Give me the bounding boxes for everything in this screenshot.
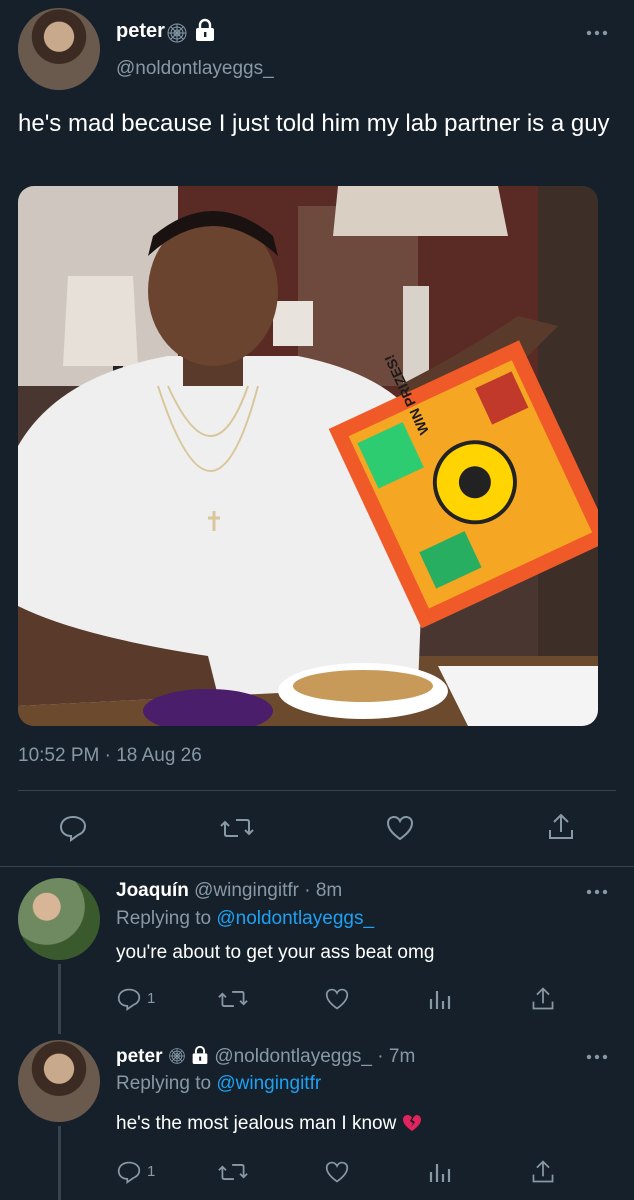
replying-to-label: Replying to bbox=[116, 908, 212, 929]
replying-to-link[interactable]: @noldontlayeggs_ bbox=[216, 908, 374, 929]
replying-to-label: Replying to bbox=[116, 1073, 212, 1094]
reply2-avatar[interactable] bbox=[18, 1040, 100, 1122]
reply2-display-name[interactable]: peter bbox=[116, 1046, 162, 1067]
divider-bottom bbox=[0, 866, 634, 867]
reply2-replying-to: Replying to @wingingitfr bbox=[116, 1073, 321, 1095]
analytics-icon[interactable] bbox=[428, 1160, 452, 1184]
reply1-text: you're about to get your ass beat omg bbox=[116, 942, 435, 963]
lock-icon bbox=[194, 18, 216, 42]
tweet-timestamp[interactable]: 10:52 PM · 18 Aug 26 bbox=[18, 745, 202, 767]
broken-heart-icon bbox=[402, 1114, 422, 1132]
tweet-image[interactable]: WIN PRIZES! bbox=[18, 186, 598, 726]
reply1-handle[interactable]: @wingingitfr bbox=[194, 880, 299, 901]
heart-icon[interactable] bbox=[385, 814, 415, 842]
main-tweet-text: he's mad because I just told him my lab … bbox=[18, 110, 610, 137]
reply2-thread-line bbox=[58, 1126, 61, 1200]
reply1-thread-line bbox=[58, 964, 61, 1034]
main-tweet-handle[interactable]: @noldontlayeggs_ bbox=[116, 58, 274, 80]
reply-icon[interactable] bbox=[58, 814, 88, 842]
heart-icon[interactable] bbox=[324, 987, 350, 1011]
reply1-header: Joaquín @wingingitfr · 8m bbox=[116, 880, 342, 902]
reply1-time[interactable]: · 8m bbox=[304, 880, 342, 901]
reply2-text: he's the most jealous man I know bbox=[116, 1113, 397, 1134]
main-tweet-avatar[interactable] bbox=[18, 8, 100, 90]
spider-web-icon bbox=[166, 22, 188, 44]
more-dots-icon[interactable] bbox=[585, 28, 609, 38]
reply1-replying-to: Replying to @noldontlayeggs_ bbox=[116, 908, 374, 930]
reply1-display-name[interactable]: Joaquín bbox=[116, 880, 189, 901]
retweet-icon[interactable] bbox=[220, 816, 254, 840]
divider-top bbox=[18, 790, 616, 791]
retweet-icon[interactable] bbox=[218, 1161, 248, 1183]
reply-icon[interactable] bbox=[116, 1160, 142, 1184]
retweet-icon[interactable] bbox=[218, 988, 248, 1010]
reply2-handle[interactable]: @noldontlayeggs_ bbox=[214, 1046, 372, 1067]
reply2-header: peter @noldontlayeggs_ · 7m bbox=[116, 1045, 415, 1068]
lock-icon bbox=[191, 1045, 209, 1065]
analytics-icon[interactable] bbox=[428, 987, 452, 1011]
display-name-text: peter bbox=[116, 20, 165, 42]
replying-to-link[interactable]: @wingingitfr bbox=[216, 1073, 321, 1094]
reply-icon[interactable] bbox=[116, 987, 142, 1011]
share-icon[interactable] bbox=[530, 1159, 556, 1185]
share-icon[interactable] bbox=[530, 986, 556, 1012]
reply2-time[interactable]: · 7m bbox=[377, 1046, 415, 1067]
more-dots-icon[interactable] bbox=[585, 1052, 609, 1062]
main-tweet-display-name[interactable]: peter bbox=[116, 20, 165, 43]
more-dots-icon[interactable] bbox=[585, 887, 609, 897]
reply2-reply-count: 1 bbox=[147, 1163, 156, 1180]
heart-icon[interactable] bbox=[324, 1160, 350, 1184]
share-icon[interactable] bbox=[546, 812, 576, 842]
reply2-text-row: he's the most jealous man I know bbox=[116, 1113, 422, 1135]
reply1-avatar[interactable] bbox=[18, 878, 100, 960]
spider-web-icon bbox=[168, 1047, 186, 1065]
reply1-reply-count: 1 bbox=[147, 990, 156, 1007]
